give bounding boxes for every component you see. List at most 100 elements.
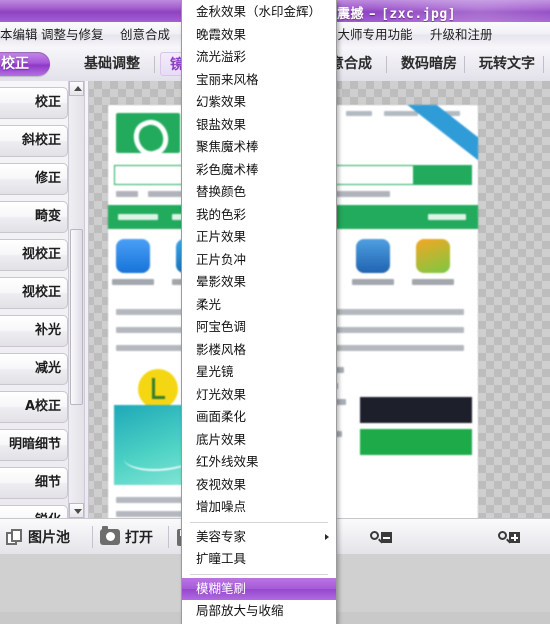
sidebar-item-8[interactable]: A校正 [0, 391, 68, 423]
menu-item-label: 美容专家 [196, 528, 247, 544]
menu-item-15[interactable]: 影楼风格 [182, 339, 336, 362]
menu-item-19[interactable]: 底片效果 [182, 429, 336, 452]
zoom-out-button[interactable] [370, 530, 392, 544]
sidebar-item-5[interactable]: 视校正 [0, 277, 68, 309]
image-pool-button[interactable]: 图片池 [6, 523, 70, 551]
tab-basic-adjust[interactable]: 基础调整 [72, 52, 152, 76]
menu-item-label: 局部放大与收缩 [196, 603, 284, 618]
menubar-item-0[interactable]: 本编辑 [0, 26, 38, 44]
menu-item-label: 晕影效果 [196, 274, 247, 289]
menu-item-label: 扩瞳工具 [196, 551, 247, 566]
sidebar-item-10[interactable]: 细节 [0, 467, 68, 499]
photo-site-logo [116, 113, 180, 153]
chevron-down-icon [73, 509, 82, 514]
sidebar-item-6[interactable]: 补光 [0, 315, 68, 347]
menu-item-label: 画面柔化 [196, 409, 247, 424]
menu-item-3[interactable]: 宝丽来风格 [182, 69, 336, 92]
menu-item-label: 正片效果 [196, 229, 247, 244]
menu-item-label: 底片效果 [196, 431, 247, 447]
tab-correction[interactable]: 校正 [0, 52, 50, 76]
menu-item-4[interactable]: 幻紫效果 [182, 91, 336, 114]
menu-item-label: 宝丽来风格 [196, 71, 259, 87]
menubar-item-2[interactable]: 创意合成 [120, 26, 170, 44]
menu-item-10[interactable]: 正片效果 [182, 226, 336, 249]
effects-dropdown-menu[interactable]: 金秋效果（水印金辉） 晚霞效果流光溢彩宝丽来风格幻紫效果银盐效果聚焦魔术棒彩色魔术… [181, 0, 337, 624]
scroll-up-button[interactable] [69, 81, 84, 96]
menu-item-22[interactable]: 增加噪点 [182, 496, 336, 519]
sidebar-item-0[interactable]: 校正 [0, 87, 68, 119]
menubar-item-3[interactable]: 码大师专用功能 [325, 26, 413, 44]
photo-hotword [116, 191, 138, 197]
application-window: 流更震撼 – [zxc.jpg] 本编辑 调整与修复 创意合成 码大师专用功能 … [0, 0, 550, 624]
menu-item-label: 幻紫效果 [196, 94, 247, 109]
sidebar-item-9[interactable]: 明暗细节 [0, 429, 68, 461]
menu-item-25[interactable]: 扩瞳工具 [182, 548, 336, 571]
photo-card-badge [138, 369, 178, 409]
photo-ad-banner [360, 429, 472, 455]
sidebar-item-2[interactable]: 修正 [0, 163, 68, 195]
photo-ad-banner [360, 397, 472, 423]
menu-item-label: 金秋效果（水印金辉） [196, 4, 322, 19]
minus-icon [381, 532, 392, 543]
open-button[interactable]: 打开 [100, 523, 153, 551]
menu-item-9[interactable]: 我的色彩 [182, 204, 336, 227]
menu-item-21[interactable]: 夜视效果 [182, 474, 336, 497]
zoom-in-icon [498, 531, 507, 540]
sidebar-scrollbar[interactable] [68, 81, 85, 518]
tab-play-with-text[interactable]: 玩转文字 [470, 52, 544, 76]
menu-item-5[interactable]: 银盐效果 [182, 114, 336, 137]
chevron-up-icon [73, 86, 82, 91]
scroll-down-button[interactable] [69, 503, 84, 518]
sidebar-item-7[interactable]: 减光 [0, 353, 68, 385]
menu-item-label: 晚霞效果 [196, 26, 247, 42]
open-label: 打开 [125, 530, 153, 546]
menu-item-2[interactable]: 流光溢彩 [182, 46, 336, 69]
photo-app-icon [116, 239, 150, 273]
menu-item-label: 聚焦魔术棒 [196, 139, 259, 154]
menu-item-18[interactable]: 画面柔化 [182, 406, 336, 429]
menu-item-0[interactable]: 金秋效果（水印金辉） [182, 1, 336, 24]
menubar-item-1[interactable]: 调整与修复 [41, 26, 104, 44]
menu-item-1[interactable]: 晚霞效果 [182, 24, 336, 47]
menu-item-label: 夜视效果 [196, 476, 247, 492]
menubar-item-4[interactable]: 升级和注册 [430, 26, 493, 44]
camera-icon [100, 526, 120, 545]
menu-item-17[interactable]: 灯光效果 [182, 384, 336, 407]
window-title-dash: – [369, 7, 377, 22]
menu-item-label: 替换颜色 [196, 184, 247, 199]
sidebar-item-4[interactable]: 视校正 [0, 239, 68, 271]
sidebar-item-3[interactable]: 畸变 [0, 201, 68, 233]
scrollbar-thumb[interactable] [70, 229, 83, 405]
menu-item-7[interactable]: 彩色魔术棒 [182, 159, 336, 182]
menu-item-6[interactable]: 聚焦魔术棒 [182, 136, 336, 159]
image-pool-icon [6, 528, 23, 546]
menu-item-12[interactable]: 晕影效果 [182, 271, 336, 294]
menu-item-28[interactable]: 局部放大与收缩 [182, 600, 336, 623]
menu-item-27[interactable]: 模糊笔刷 [182, 577, 336, 600]
sidebar-item-11[interactable]: 锐化 [0, 505, 68, 518]
menu-item-16[interactable]: 星光镜 [182, 361, 336, 384]
menu-item-24[interactable]: 美容专家 [182, 526, 336, 549]
image-pool-label: 图片池 [28, 530, 70, 546]
menu-item-label: 模糊笔刷 [196, 580, 247, 596]
menu-separator [190, 573, 328, 575]
menu-item-13[interactable]: 柔光 [182, 294, 336, 317]
tab-digital-darkroom[interactable]: 数码暗房 [392, 52, 466, 76]
tab-separator [464, 56, 465, 73]
menu-item-14[interactable]: 阿宝色调 [182, 316, 336, 339]
photo-app-icon [356, 239, 390, 273]
photo-app-icon [416, 239, 450, 273]
plus-icon [509, 532, 520, 543]
sidebar-item-1[interactable]: 斜校正 [0, 125, 68, 157]
window-title-filename: [zxc.jpg] [381, 7, 457, 22]
tab-separator [154, 56, 155, 73]
menu-item-11[interactable]: 正片负冲 [182, 249, 336, 272]
menu-item-20[interactable]: 红外线效果 [182, 451, 336, 474]
zoom-in-button[interactable] [498, 530, 520, 544]
menu-item-label: 正片负冲 [196, 251, 247, 267]
tab-separator [543, 56, 544, 73]
menu-item-label: 灯光效果 [196, 386, 247, 402]
menu-item-8[interactable]: 替换颜色 [182, 181, 336, 204]
menu-item-label: 柔光 [196, 296, 222, 312]
menu-item-label: 银盐效果 [196, 116, 247, 132]
